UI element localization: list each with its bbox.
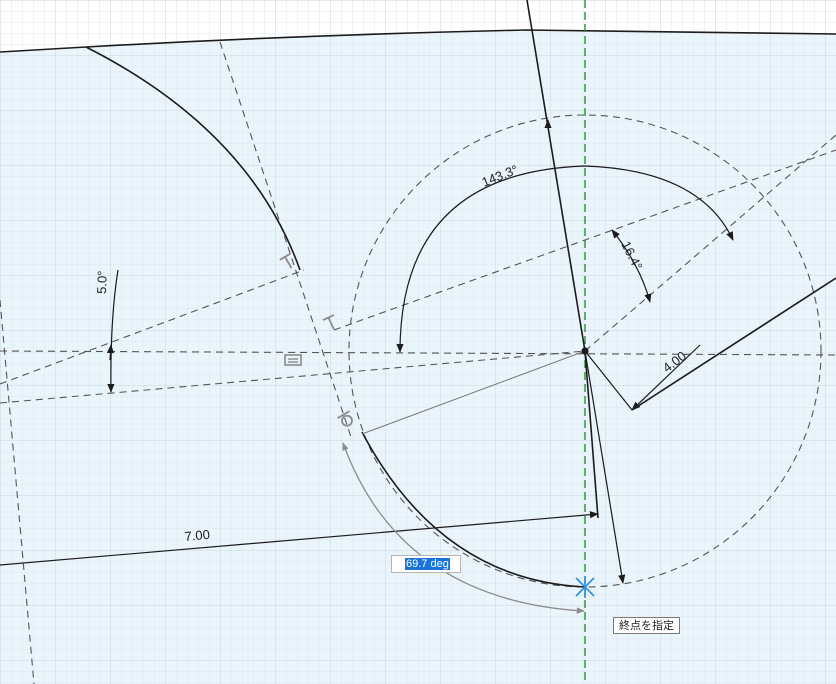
dimension-text-5[interactable]: 5.0° [94,270,110,294]
sketch-plane [0,30,836,684]
dimension-text-7[interactable]: 7.00 [184,527,211,544]
center-point[interactable] [581,347,589,355]
angle-value-text: 69.7 deg [405,558,450,570]
specify-endpoint-tooltip: 終点を指定 [613,617,680,634]
angle-value-input[interactable]: 69.7 deg [391,555,461,573]
sketch-canvas[interactable]: 143.3° 16.4° 5.0° 4.00 7.00 [0,0,836,684]
